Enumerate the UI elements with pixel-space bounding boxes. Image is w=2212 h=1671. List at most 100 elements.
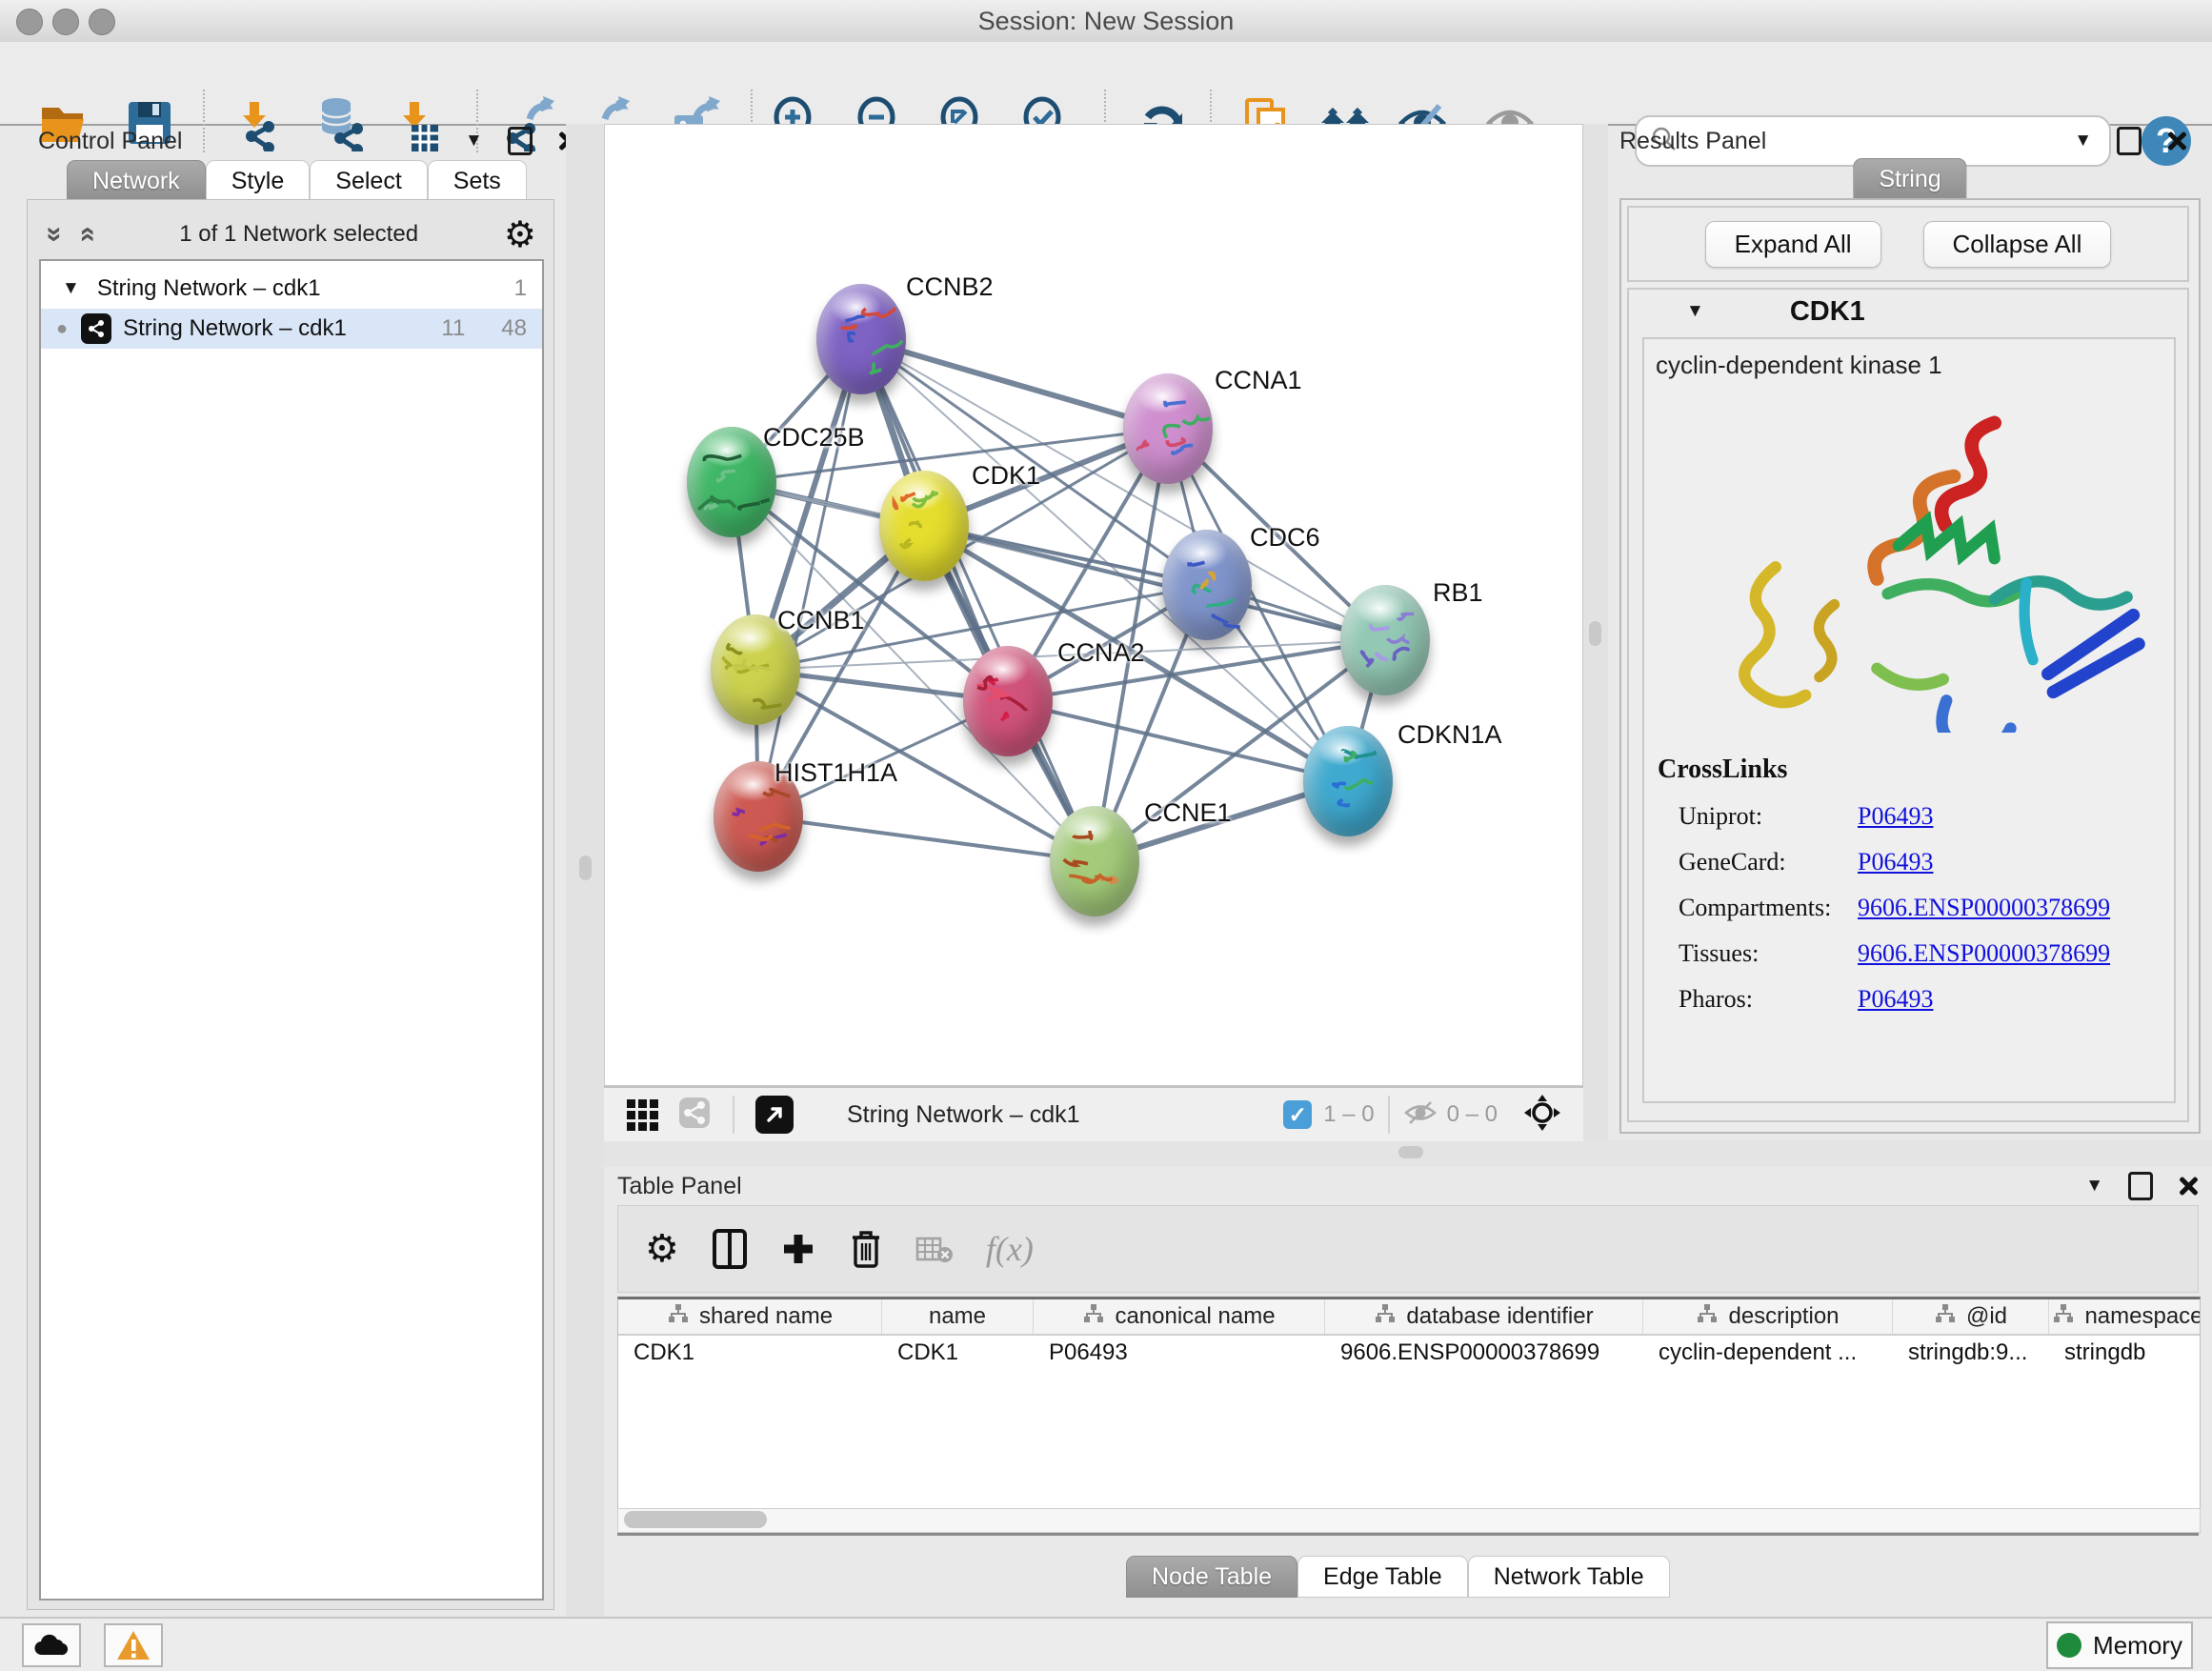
left-splitter-handle[interactable]	[579, 856, 592, 880]
warning-icon	[115, 1629, 151, 1661]
table-panel-float-icon[interactable]	[2128, 1172, 2153, 1200]
memory-label: Memory	[2093, 1631, 2182, 1661]
table-panel-collapse-icon[interactable]: ▼	[2085, 1176, 2103, 1197]
tab-string[interactable]: String	[1853, 158, 1966, 200]
cdk1-collapse-icon[interactable]: ▼	[1686, 301, 1704, 322]
show-columns-icon[interactable]	[712, 1228, 748, 1270]
network-share-icon[interactable]	[677, 1096, 712, 1135]
table-panel-title: Table Panel	[617, 1173, 742, 1200]
network-view-title: String Network – cdk1	[847, 1101, 1080, 1129]
table-panel-close-icon[interactable]	[2178, 1176, 2199, 1197]
add-column-icon[interactable]	[780, 1231, 816, 1267]
control-panel-float-icon[interactable]	[508, 127, 533, 155]
selected-nodes-checkbox[interactable]: ✓	[1283, 1100, 1312, 1129]
collection-expand-icon[interactable]: ▼	[62, 278, 80, 299]
network-canvas[interactable]: CCNB2CCNA1CDC25BCDK1CDC6RB1CCNB1CCNA2CDK…	[604, 124, 1583, 1086]
node-table: shared namenamecanonical namedatabase id…	[617, 1297, 2201, 1534]
protein-ribbon-thumb	[1050, 806, 1139, 916]
network-options-gear-icon[interactable]: ⚙	[504, 213, 536, 256]
cell-database-identifier[interactable]: 9606.ENSP00000378699	[1325, 1336, 1643, 1374]
node-ccnb2[interactable]	[816, 284, 906, 394]
horizontal-splitter[interactable]	[604, 1139, 2212, 1167]
node-label-cdk1: CDK1	[972, 461, 1040, 491]
cell-namespace[interactable]: stringdb	[2049, 1336, 2201, 1374]
results-panel-float-icon[interactable]	[2117, 127, 2142, 155]
cloud-button[interactable]	[22, 1623, 81, 1667]
column-header-database-identifier[interactable]: database identifier	[1325, 1299, 1643, 1334]
expand-all-button[interactable]: Expand All	[1705, 221, 1881, 268]
protein-ribbon-thumb	[879, 471, 969, 581]
node-ccne1[interactable]	[1050, 806, 1139, 916]
delete-column-trash-icon[interactable]	[849, 1228, 883, 1270]
crosslink-link[interactable]: 9606.ENSP00000378699	[1858, 894, 2110, 922]
string-network-icon	[81, 313, 111, 344]
cell-name[interactable]: CDK1	[882, 1336, 1034, 1374]
cell-shared-name[interactable]: CDK1	[618, 1336, 882, 1374]
node-cdkn1a[interactable]	[1303, 726, 1393, 836]
cell-description[interactable]: cyclin-dependent ...	[1643, 1336, 1893, 1374]
hidden-count: 0 – 0	[1447, 1101, 1498, 1128]
table-header-row: shared namenamecanonical namedatabase id…	[618, 1299, 2200, 1336]
node-label-hist1h1a: HIST1H1A	[774, 758, 897, 788]
tab-network[interactable]: Network	[67, 160, 206, 202]
crosslink-label: Pharos:	[1658, 985, 1858, 1014]
node-ccna2[interactable]	[963, 646, 1053, 756]
memory-button[interactable]: Memory	[2046, 1621, 2193, 1669]
warning-button[interactable]	[104, 1623, 163, 1667]
tab-style[interactable]: Style	[206, 160, 311, 202]
expand-all-networks-icon[interactable]: »	[76, 227, 95, 243]
crosslinks-heading: CrossLinks	[1658, 755, 2110, 785]
tab-edge-table[interactable]: Edge Table	[1297, 1556, 1468, 1598]
column-header-description[interactable]: description	[1643, 1299, 1893, 1334]
status-bar: Memory	[0, 1617, 2212, 1671]
cell--id[interactable]: stringdb:9...	[1893, 1336, 2049, 1374]
tab-network-table[interactable]: Network Table	[1468, 1556, 1670, 1598]
column-header-shared-name[interactable]: shared name	[618, 1299, 882, 1334]
node-cdk1[interactable]	[879, 471, 969, 581]
collapse-all-button[interactable]: Collapse All	[1923, 221, 2112, 268]
birdseye-grid-icon[interactable]	[627, 1099, 658, 1131]
cell-canonical-name[interactable]: P06493	[1034, 1336, 1325, 1374]
table-tabs: Node TableEdge TableNetwork Table	[1126, 1556, 1670, 1598]
tab-sets[interactable]: Sets	[428, 160, 527, 202]
table-row[interactable]: CDK1CDK1P064939606.ENSP00000378699cyclin…	[618, 1336, 2200, 1374]
collapse-all-networks-icon[interactable]: »	[45, 227, 64, 243]
crosslink-row: Pharos:P06493	[1658, 985, 2110, 1014]
table-bottom-border	[617, 1533, 2199, 1536]
tab-node-table[interactable]: Node Table	[1126, 1556, 1297, 1598]
fit-selected-crosshair-icon[interactable]	[1522, 1093, 1562, 1137]
network-collection-row[interactable]: ▼ String Network – cdk1 1	[41, 269, 542, 309]
left-splitter[interactable]	[566, 124, 604, 1617]
crosslink-link[interactable]: P06493	[1858, 848, 1933, 876]
hidden-eye-icon[interactable]	[1403, 1098, 1438, 1132]
protein-ribbon-thumb	[816, 284, 906, 394]
protein-structure-image	[1652, 380, 2166, 733]
column-header-namespace[interactable]: namespace	[2049, 1299, 2201, 1334]
network-row[interactable]: ● String Network – cdk1 11 48	[41, 309, 542, 349]
results-panel-close-icon[interactable]	[2166, 131, 2187, 151]
node-cdc6[interactable]	[1162, 530, 1252, 640]
node-label-cdc6: CDC6	[1250, 523, 1320, 553]
node-rb1[interactable]	[1340, 585, 1430, 695]
control-panel-collapse-icon[interactable]: ▼	[465, 131, 483, 151]
cdk1-section-title: CDK1	[1790, 296, 1865, 328]
horizontal-splitter-handle[interactable]	[1398, 1146, 1423, 1158]
node-label-cdc25b: CDC25B	[763, 423, 865, 453]
node-ccna1[interactable]	[1123, 373, 1213, 484]
scrollbar-thumb[interactable]	[624, 1511, 767, 1528]
toolbar-divider	[1388, 1096, 1390, 1134]
table-horizontal-scrollbar[interactable]	[617, 1508, 2201, 1533]
right-splitter-handle[interactable]	[1589, 621, 1601, 646]
network-selection-summary: 1 of 1 Network selected	[93, 221, 504, 248]
column-header-name[interactable]: name	[882, 1299, 1034, 1334]
column-header-canonical-name[interactable]: canonical name	[1034, 1299, 1325, 1334]
crosslink-link[interactable]: P06493	[1858, 985, 1933, 1014]
results-panel-collapse-icon[interactable]: ▼	[2074, 131, 2092, 151]
right-splitter[interactable]	[1583, 124, 1608, 1139]
open-in-new-window-icon[interactable]	[755, 1096, 794, 1134]
crosslink-link[interactable]: 9606.ENSP00000378699	[1858, 939, 2110, 968]
tab-select[interactable]: Select	[310, 160, 427, 202]
crosslink-link[interactable]: P06493	[1858, 802, 1933, 831]
column-header--id[interactable]: @id	[1893, 1299, 2049, 1334]
table-options-gear-icon[interactable]: ⚙	[645, 1227, 679, 1271]
